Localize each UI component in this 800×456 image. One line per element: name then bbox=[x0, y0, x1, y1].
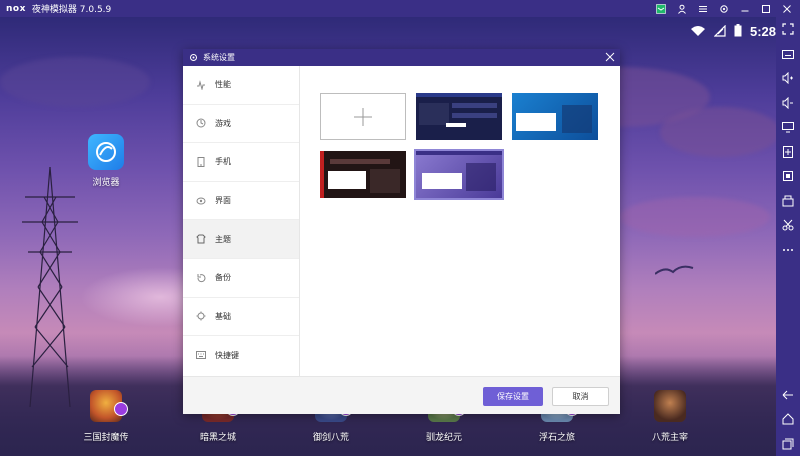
dock-app-label: 驯龙纪元 bbox=[425, 433, 462, 443]
fullscreen-icon[interactable] bbox=[776, 17, 800, 42]
battery-icon bbox=[734, 22, 742, 41]
more-icon[interactable] bbox=[776, 238, 800, 263]
user-icon[interactable] bbox=[672, 0, 691, 17]
window-controls bbox=[651, 0, 796, 17]
nav-item-label: 手机 bbox=[215, 157, 231, 167]
dialog-title-bar: 系统设置 bbox=[183, 49, 620, 66]
nav-item-shortcut[interactable]: 快捷键 bbox=[183, 336, 299, 375]
nav-item-performance[interactable]: 性能 bbox=[183, 66, 299, 105]
minimize-icon[interactable] bbox=[735, 0, 754, 17]
nav-item-label: 游戏 bbox=[215, 118, 231, 128]
home-icon[interactable] bbox=[776, 407, 800, 432]
performance-icon bbox=[195, 79, 207, 91]
system-settings-dialog: 系统设置 性能 游戏 手机 界面 主题 备份 基础 快捷键 保存设置 取消 bbox=[183, 49, 620, 414]
backup-icon bbox=[195, 272, 207, 284]
wallpaper-cloud bbox=[660, 107, 776, 157]
signal-icon bbox=[713, 22, 726, 41]
dock-app-label: 三国封魔传 bbox=[83, 433, 129, 443]
power-tower-illustration bbox=[22, 167, 78, 407]
game-app-icon bbox=[90, 390, 128, 422]
nav-item-label: 主题 bbox=[215, 234, 231, 244]
theme-icon bbox=[195, 233, 207, 245]
theme-thumbnail-red-black[interactable] bbox=[320, 151, 406, 198]
game-icon bbox=[195, 117, 207, 129]
theme-thumbnail-dark-blue[interactable] bbox=[416, 93, 502, 140]
dock-app-label: 浮石之旅 bbox=[538, 433, 575, 443]
title-bar: nox 夜神模拟器 7.0.5.9 bbox=[0, 0, 800, 17]
nav-item-interface[interactable]: 界面 bbox=[183, 182, 299, 221]
nav-item-game[interactable]: 游戏 bbox=[183, 105, 299, 144]
wifi-icon bbox=[690, 22, 706, 41]
dialog-close-icon[interactable] bbox=[605, 52, 615, 62]
bird-illustration bbox=[655, 265, 694, 275]
keyboard-icon[interactable] bbox=[776, 42, 800, 67]
gear-icon bbox=[189, 53, 198, 62]
add-apk-icon[interactable] bbox=[776, 140, 800, 165]
theme-thumbnail-purple[interactable] bbox=[414, 149, 504, 200]
nav-item-phone[interactable]: 手机 bbox=[183, 143, 299, 182]
window-title: 夜神模拟器 7.0.5.9 bbox=[31, 5, 112, 15]
dialog-title: 系统设置 bbox=[203, 53, 235, 62]
volume-up-icon[interactable] bbox=[776, 66, 800, 91]
recent-apps-icon[interactable] bbox=[776, 432, 800, 456]
back-icon[interactable] bbox=[776, 383, 800, 408]
screen-icon[interactable] bbox=[776, 115, 800, 140]
status-bar: 5:28 bbox=[690, 22, 776, 41]
desktop-app-browser[interactable]: 浏览器 bbox=[83, 134, 129, 188]
shortcut-icon bbox=[195, 349, 207, 361]
settings-nav: 性能 游戏 手机 界面 主题 备份 基础 快捷键 bbox=[183, 66, 300, 376]
nav-item-label: 快捷键 bbox=[215, 350, 239, 360]
nav-item-basic[interactable]: 基础 bbox=[183, 298, 299, 337]
wallpaper-cloud bbox=[0, 57, 150, 107]
wallpaper-cloud bbox=[620, 197, 770, 237]
volume-down-icon[interactable] bbox=[776, 91, 800, 116]
plus-icon bbox=[354, 107, 372, 126]
dialog-footer: 保存设置 取消 bbox=[183, 376, 620, 414]
nav-item-label: 性能 bbox=[215, 80, 231, 90]
nox-logo: nox bbox=[6, 3, 26, 14]
dock-app-label: 八荒主宰 bbox=[651, 433, 688, 443]
desktop-app-label: 浏览器 bbox=[92, 178, 120, 188]
maximize-icon[interactable] bbox=[756, 0, 775, 17]
location-icon[interactable] bbox=[776, 164, 800, 189]
scissors-icon[interactable] bbox=[776, 213, 800, 238]
dock-app-sanguo[interactable]: 三国封魔传 bbox=[66, 390, 146, 443]
add-theme-button[interactable] bbox=[320, 93, 406, 140]
phone-icon bbox=[195, 156, 207, 168]
dock-app-bahuang[interactable]: 八荒主宰 bbox=[630, 390, 710, 443]
basic-icon bbox=[195, 310, 207, 322]
theme-thumbnail-ocean[interactable] bbox=[512, 93, 598, 140]
save-settings-button[interactable]: 保存设置 bbox=[483, 387, 543, 406]
interface-icon bbox=[195, 195, 207, 207]
nav-item-theme[interactable]: 主题 bbox=[183, 220, 299, 259]
dock-app-label: 御剑八荒 bbox=[312, 433, 349, 443]
settings-icon[interactable] bbox=[714, 0, 733, 17]
browser-icon bbox=[88, 134, 124, 170]
close-icon[interactable] bbox=[777, 0, 796, 17]
dock-app-label: 暗黑之城 bbox=[199, 433, 236, 443]
nav-item-label: 界面 bbox=[215, 196, 231, 206]
game-app-icon bbox=[654, 390, 686, 422]
nav-item-backup[interactable]: 备份 bbox=[183, 259, 299, 298]
theme-panel bbox=[301, 66, 620, 376]
multi-instance-icon[interactable] bbox=[776, 189, 800, 214]
emulator-sidebar bbox=[776, 17, 800, 456]
game-badge-icon bbox=[114, 402, 128, 416]
nav-item-label: 备份 bbox=[215, 273, 231, 283]
status-clock: 5:28 bbox=[749, 24, 776, 39]
cancel-button[interactable]: 取消 bbox=[552, 387, 609, 406]
nav-item-label: 基础 bbox=[215, 311, 231, 321]
menu-icon[interactable] bbox=[693, 0, 712, 17]
notification-icon[interactable] bbox=[651, 0, 670, 17]
